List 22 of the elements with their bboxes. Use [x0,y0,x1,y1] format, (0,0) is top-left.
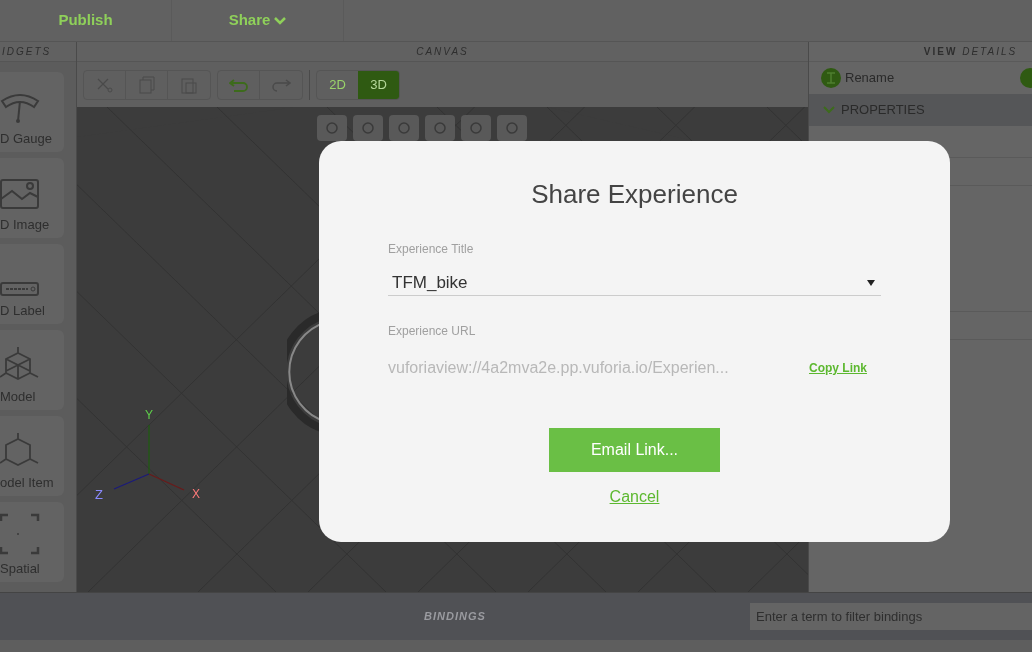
rename-button[interactable]: Rename [845,68,895,88]
hexagon-icon [0,430,40,469]
experience-title-select[interactable]: TFM_bike [388,270,881,296]
text-cursor-icon [821,68,841,88]
email-link-button[interactable]: Email Link... [549,428,720,472]
experience-url-text: vuforiaview://4a2mva2e.pp.vuforia.io/Experien... [388,358,729,378]
view-mode-tab[interactable]: 2D [317,70,358,99]
menu-item[interactable]: Publish [0,0,172,41]
dialog-title: Share Experience [531,178,738,211]
picture-icon [0,176,40,211]
field-label: Experience Title [388,241,475,258]
axis-gizmo-drawing: Y Z X [92,407,212,507]
dropdown-arrow-icon [867,279,875,286]
field-label: Experience URL [388,323,477,340]
view-mode-tab[interactable]: 3D [358,70,399,99]
copy-link[interactable]: Copy Link [809,359,867,377]
bindings-title: BINDINGS [424,609,486,625]
menu-item[interactable]: Share [172,0,344,41]
cancel-link[interactable]: Cancel [609,485,660,509]
tag-icon [0,280,40,297]
target-frame-icon [0,512,40,555]
chevron-icon [823,106,835,114]
